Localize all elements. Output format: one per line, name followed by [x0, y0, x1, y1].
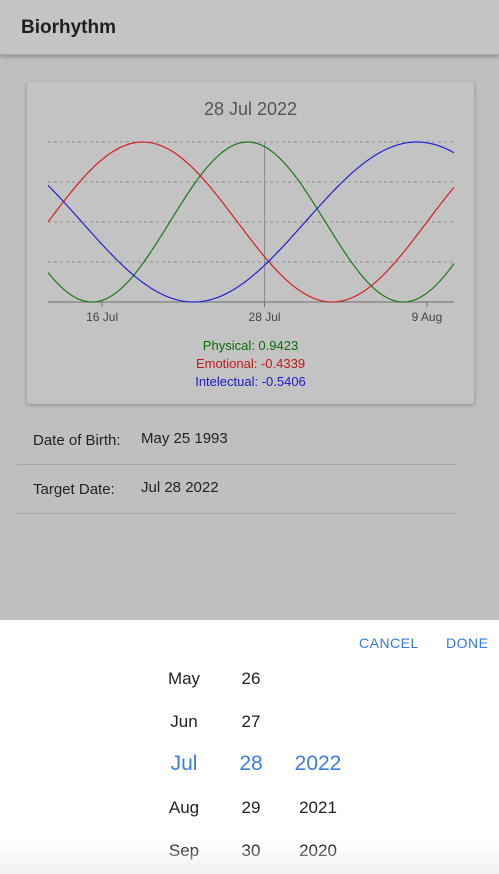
app-title: Biorhythm [21, 17, 116, 38]
target-date-value[interactable]: Jul 28 2022 [141, 479, 219, 496]
day-option[interactable]: 26 [211, 669, 291, 689]
target-date-row[interactable]: Target Date: Jul 28 2022 [17, 465, 457, 514]
target-date-label: Target Date: [33, 481, 115, 498]
picker-bottom-fade [0, 844, 499, 874]
date-picker-sheet: CANCEL DONE MayJunJulAugSep 2627282930 2… [0, 620, 499, 874]
dob-value[interactable]: May 25 1993 [141, 430, 228, 447]
app-background: Biorhythm 28 Jul 2022 16 Jul 28 Jul 9 Aug … [0, 0, 499, 620]
x-tick-label: 28 Jul [249, 310, 281, 324]
legend-physical: Physical: 0.9423 [202, 338, 299, 353]
year-option[interactable]: 2022 [278, 752, 358, 776]
dob-label: Date of Birth: [33, 432, 121, 449]
legend-emotional: Emotional: -0.4339 [195, 356, 306, 371]
legend-intellectual: Intelectual: -0.5406 [195, 374, 306, 389]
biorhythm-chart: 16 Jul 28 Jul 9 Aug [47, 141, 455, 324]
year-option[interactable]: 2021 [278, 798, 358, 818]
dob-row[interactable]: Date of Birth: May 25 1993 [17, 416, 457, 465]
app-bar: Biorhythm [0, 0, 499, 55]
day-option[interactable]: 27 [211, 712, 291, 732]
x-tick-label: 9 Aug [412, 310, 443, 324]
cancel-button[interactable]: CANCEL [359, 635, 419, 651]
done-button[interactable]: DONE [446, 635, 488, 651]
x-tick-label: 16 Jul [86, 310, 118, 324]
chart-card: 28 Jul 2022 16 Jul 28 Jul 9 Aug Physical: … [27, 82, 474, 404]
